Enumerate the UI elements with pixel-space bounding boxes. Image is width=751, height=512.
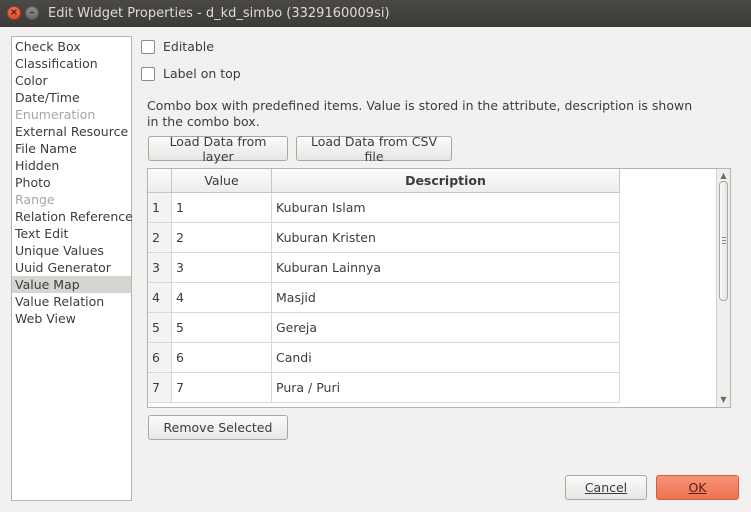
table-vertical-scrollbar[interactable]: ▲ ▼ [716,169,730,407]
row-number-cell[interactable]: 6 [148,343,172,373]
table-row[interactable]: 5 5 Gereja [148,313,620,343]
table-row[interactable]: 3 3 Kuburan Lainnya [148,253,620,283]
widget-type-check-box[interactable]: Check Box [12,38,131,55]
widget-type-unique-values[interactable]: Unique Values [12,242,131,259]
widget-type-enumeration: Enumeration [15,107,96,122]
scroll-down-icon[interactable]: ▼ [719,395,728,404]
widget-type-color[interactable]: Color [12,72,131,89]
cancel-button-label: Cancel [584,480,628,495]
widget-type-external-resource[interactable]: External Resource [12,123,131,140]
widget-type-text-edit[interactable]: Text Edit [12,225,131,242]
value-column-header[interactable]: Value [172,169,272,193]
widget-type-classification[interactable]: Classification [12,55,131,72]
value-cell[interactable]: 1 [172,193,272,223]
row-number-cell[interactable]: 3 [148,253,172,283]
widget-description: Combo box with predefined items. Value i… [147,98,693,129]
window-title: Edit Widget Properties - d_kd_simbo (332… [48,6,390,21]
description-cell[interactable]: Kuburan Kristen [272,223,620,253]
load-data-from-layer-button[interactable]: Load Data from layer [148,134,288,164]
description-cell[interactable]: Kuburan Lainnya [272,253,620,283]
widget-type-date-time[interactable]: Date/Time [12,89,131,106]
row-number-cell[interactable]: 2 [148,223,172,253]
value-cell[interactable]: 5 [172,313,272,343]
description-column-header[interactable]: Description [272,169,620,193]
scrollbar-grip [722,240,726,241]
table-row[interactable]: 1 1 Kuburan Islam [148,193,620,223]
widget-type-photo[interactable]: Photo [12,174,131,191]
description-cell[interactable]: Gereja [272,313,620,343]
value-cell[interactable]: 4 [172,283,272,313]
scroll-up-icon[interactable]: ▲ [719,171,728,180]
ok-button-label: OK [688,480,707,495]
row-number-cell[interactable]: 5 [148,313,172,343]
description-cell[interactable]: Pura / Puri [272,373,620,403]
label-on-top-option[interactable]: Label on top [141,66,241,81]
widget-type-value-relation[interactable]: Value Relation [12,293,131,310]
editable-checkbox[interactable] [141,39,155,54]
widget-type-uuid-generator[interactable]: Uuid Generator [12,259,131,276]
editable-label: Editable [163,39,214,54]
row-number-header [148,169,172,193]
cancel-button[interactable]: Cancel [565,475,647,500]
close-glyph: × [9,7,19,18]
description-cell[interactable]: Candi [272,343,620,373]
widget-type-range: Range [15,192,55,207]
description-cell[interactable]: Kuburan Islam [272,193,620,223]
close-window-icon[interactable]: × [7,6,21,20]
table-row[interactable]: 4 4 Masjid [148,283,620,313]
ok-button[interactable]: OK [656,475,739,500]
table-header: Value Description [148,169,620,193]
value-cell[interactable]: 7 [172,373,272,403]
row-number-cell[interactable]: 1 [148,193,172,223]
label-on-top-checkbox[interactable] [141,66,155,81]
widget-type-file-name[interactable]: File Name [12,140,131,157]
label-on-top-label: Label on top [163,66,241,81]
table-row[interactable]: 7 7 Pura / Puri [148,373,620,403]
value-map-table[interactable]: Value Description 1 1 Kuburan Islam 2 2 Kubur… [147,168,731,408]
widget-type-hidden[interactable]: Hidden [12,157,131,174]
value-cell[interactable]: 2 [172,223,272,253]
title-bar: × – Edit Widget Properties - d_kd_simbo … [0,0,751,27]
editable-option[interactable]: Editable [141,39,214,54]
value-cell[interactable]: 6 [172,343,272,373]
row-number-cell[interactable]: 4 [148,283,172,313]
table-row[interactable]: 6 6 Candi [148,343,620,373]
widget-type-list[interactable]: Check Box Classification Color Date/Time Enu… [11,36,133,501]
table-row[interactable]: 2 2 Kuburan Kristen [148,223,620,253]
widget-type-value-map[interactable]: Value Map [12,276,131,293]
minimize-glyph: – [29,7,35,18]
remove-selected-button[interactable]: Remove Selected [148,415,288,440]
load-data-from-csv-button[interactable]: Load Data from CSV file [296,134,452,164]
scrollbar-thumb[interactable] [719,181,728,301]
widget-type-web-view[interactable]: Web View [12,310,131,327]
description-cell[interactable]: Masjid [272,283,620,313]
scrollbar-grip [722,243,726,244]
value-cell[interactable]: 3 [172,253,272,283]
scrollbar-grip [722,237,726,238]
minimize-window-icon[interactable]: – [25,6,39,20]
widget-type-relation-reference[interactable]: Relation Reference [12,208,133,225]
row-number-cell[interactable]: 7 [148,373,172,403]
